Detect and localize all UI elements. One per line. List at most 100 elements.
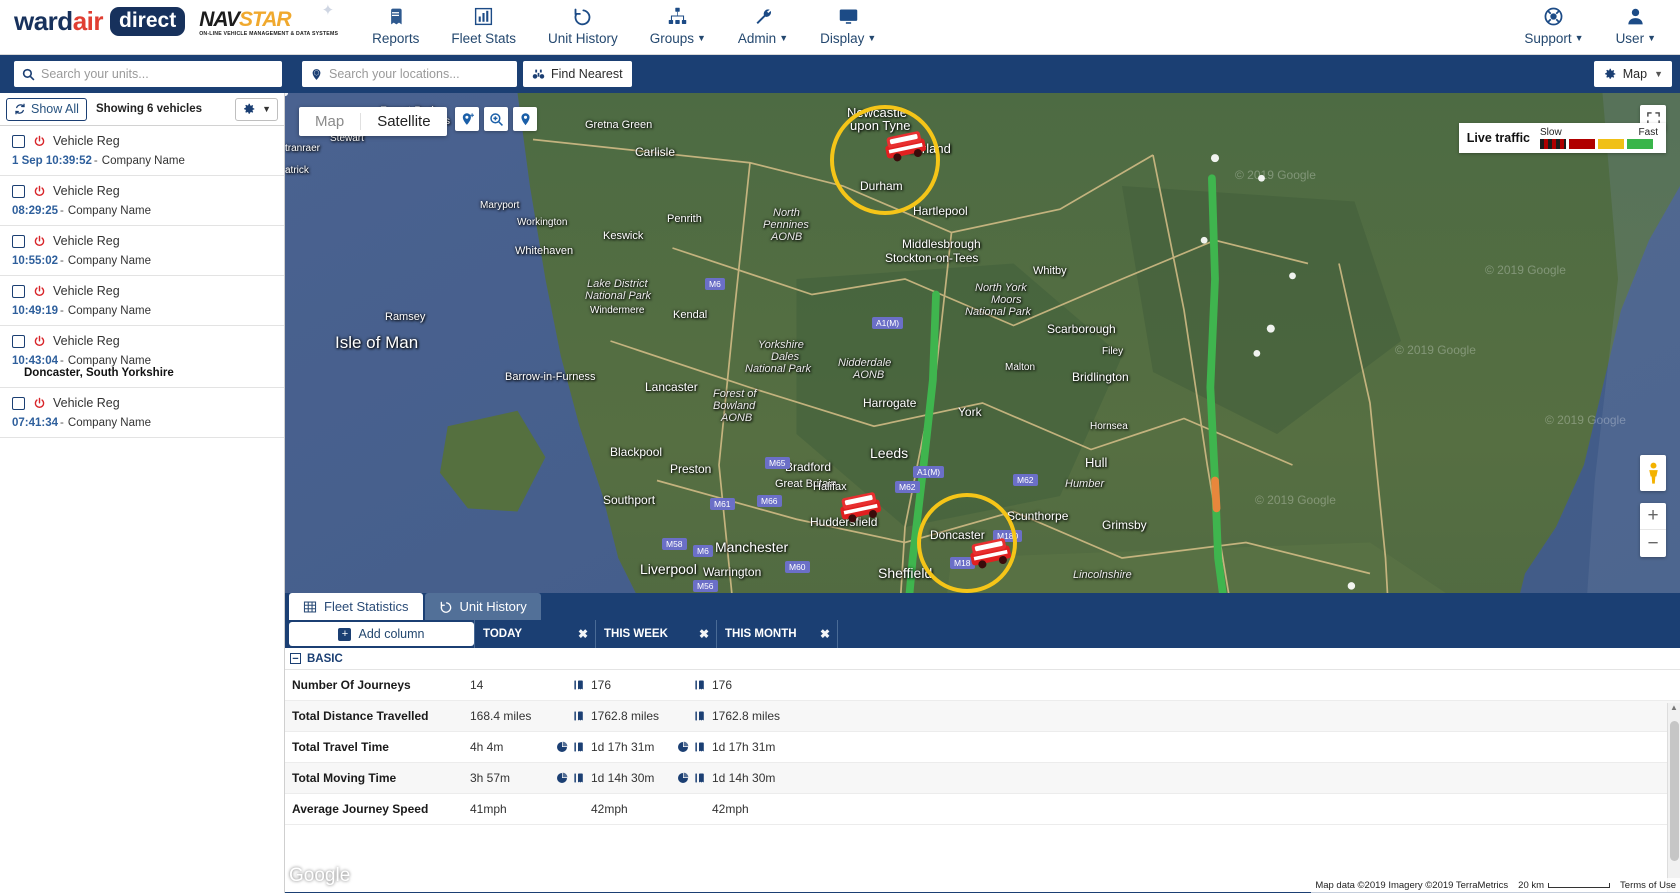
chevron-down-icon: ▼ (1574, 33, 1584, 43)
vehicle-list-item[interactable]: Vehicle Reg 1 Sep 10:39:52- Company Name (0, 126, 284, 176)
traffic-color-bars (1540, 139, 1658, 149)
vehicle-checkbox[interactable] (12, 334, 25, 348)
wardair-direct-logo[interactable]: ward air direct (14, 6, 186, 37)
vehicle-list-item[interactable]: Vehicle Reg 10:55:02- Company Name (0, 226, 284, 276)
gear-icon (1603, 67, 1617, 81)
zoom-search-icon[interactable] (484, 107, 508, 131)
vehicle-timestamp: 07:41:34 (12, 417, 59, 429)
vehicle-list-item[interactable]: Vehicle Reg 08:29:25- Company Name (0, 176, 284, 226)
vehicle-company: Company Name (67, 205, 151, 217)
vehicle-list-item[interactable]: Vehicle Reg 10:49:19- Company Name (0, 276, 284, 326)
power-icon (33, 135, 46, 148)
nav-item-reports[interactable]: Reports (356, 0, 435, 46)
vehicle-row-details: 08:29:25- Company Name (12, 205, 284, 217)
traffic-bar-1 (1569, 139, 1595, 149)
main-content: Show All Showing 6 vehicles ▼ Vehicle Re… (0, 93, 1680, 893)
map-settings-button[interactable]: Map ▼ (1593, 61, 1672, 87)
vehicle-checkbox[interactable] (12, 234, 25, 248)
vehicle-company: Company Name (67, 255, 151, 267)
logo-ward-text: ward (14, 6, 73, 36)
bar-chart-icon (473, 4, 494, 28)
nav-item-admin[interactable]: Admin ▼ (722, 0, 804, 46)
live-traffic-title: Live traffic (1466, 131, 1530, 145)
top-navigation-bar: ward air direct NAVSTAR ON-LINE VEHICLE M… (0, 0, 1680, 55)
vehicle-checkbox[interactable] (12, 184, 25, 198)
nav-item-groups[interactable]: Groups ▼ (634, 0, 722, 46)
traffic-bar-2 (1598, 139, 1624, 149)
map-type-map-button[interactable]: Map (299, 107, 360, 136)
navstar-logo[interactable]: NAVSTAR ON-LINE VEHICLE MANAGEMENT & DAT… (199, 2, 339, 37)
separator-dash: - (60, 417, 64, 429)
vehicle-checkbox[interactable] (12, 284, 25, 298)
zoom-controls[interactable]: + − (1640, 503, 1666, 557)
nav-item-unit-history[interactable]: Unit History (532, 0, 634, 46)
vehicle-checkbox[interactable] (12, 134, 25, 148)
lifebuoy-icon (1543, 4, 1564, 28)
map-type-satellite-button[interactable]: Satellite (361, 107, 446, 136)
traffic-scale: Slow Fast (1540, 127, 1658, 149)
chevron-down-icon: ▼ (262, 104, 271, 114)
show-all-button[interactable]: Show All (6, 97, 87, 121)
power-icon (33, 235, 46, 248)
google-wordmark: Google (289, 865, 351, 886)
search-locations-input[interactable]: Search your locations... (302, 61, 517, 87)
find-nearest-label: Find Nearest (551, 67, 623, 81)
history-icon (572, 4, 593, 28)
sidebar-settings-button[interactable]: ▼ (235, 97, 278, 121)
vehicle-row-details: 1 Sep 10:39:52- Company Name (12, 155, 284, 167)
chevron-down-icon: ▼ (867, 33, 877, 43)
vehicle-row-details: 10:49:19- Company Name (12, 305, 284, 317)
vehicle-row-header: Vehicle Reg (12, 234, 284, 248)
power-icon (33, 335, 46, 348)
search-icon (22, 68, 35, 81)
nav-item-fleet-stats[interactable]: Fleet Stats (435, 0, 532, 46)
map-area[interactable]: Forest ParkDumfriesGretna GreenStewartCa… (285, 93, 1680, 893)
vehicle-registration: Vehicle Reg (53, 396, 120, 410)
traffic-slow-label: Slow (1540, 127, 1562, 138)
vehicle-registration: Vehicle Reg (53, 284, 120, 298)
map-settings-label: Map (1622, 67, 1648, 81)
separator-dash: - (60, 205, 64, 217)
gear-icon (242, 102, 256, 116)
vehicle-checkbox[interactable] (12, 396, 25, 410)
refresh-icon (14, 103, 26, 115)
vehicle-timestamp: 1 Sep 10:39:52 (12, 155, 92, 167)
vehicle-row-header: Vehicle Reg (12, 396, 284, 410)
nav-label-fleet-stats: Fleet Stats (451, 31, 516, 46)
nav-label-reports: Reports (372, 31, 420, 46)
terms-of-use-link[interactable]: Terms of Use (1616, 878, 1680, 893)
logo-group: ward air direct NAVSTAR ON-LINE VEHICLE M… (0, 0, 338, 37)
vehicle-registration: Vehicle Reg (53, 134, 120, 148)
street-view-pegman[interactable] (1640, 455, 1666, 491)
map-type-toggle[interactable]: Map Satellite (299, 107, 447, 136)
map-attribution-bar: Map data ©2019 Imagery ©2019 TerraMetric… (1311, 878, 1680, 893)
vehicle-list-item[interactable]: Vehicle Reg 10:43:04- Company Name Doncaste… (0, 326, 284, 388)
zoom-out-button[interactable]: − (1640, 530, 1666, 557)
vehicle-timestamp: 10:55:02 (12, 255, 59, 267)
nav-item-user[interactable]: User ▼ (1600, 0, 1672, 46)
vehicle-list-item[interactable]: Vehicle Reg 07:41:34- Company Name (0, 388, 284, 438)
nav-item-display[interactable]: Display ▼ (804, 0, 892, 46)
nav-item-support[interactable]: Support ▼ (1508, 0, 1599, 46)
vehicle-marker-newcastle[interactable] (882, 128, 928, 167)
navstar-tagline: ON-LINE VEHICLE MANAGEMENT & DATA SYSTEM… (199, 30, 339, 37)
vehicle-marker-doncaster[interactable] (967, 535, 1013, 574)
chevron-down-icon: ▼ (1647, 33, 1656, 43)
zoom-in-button[interactable]: + (1640, 503, 1666, 530)
showing-count-label: Showing 6 vehicles (95, 103, 203, 115)
sidebar-header: Show All Showing 6 vehicles ▼ (0, 93, 284, 126)
vehicle-row-header: Vehicle Reg (12, 184, 284, 198)
add-location-icon[interactable] (455, 107, 479, 131)
location-pin-icon[interactable] (513, 107, 537, 131)
nav-label-admin: Admin ▼ (737, 31, 789, 46)
logo-direct-badge: direct (110, 7, 186, 36)
sitemap-icon (667, 4, 688, 28)
search-units-input[interactable]: Search your units... (14, 61, 282, 87)
search-locations-placeholder: Search your locations... (329, 67, 460, 81)
vehicle-registration: Vehicle Reg (53, 184, 120, 198)
vehicle-marker-halifax[interactable] (837, 489, 883, 528)
vehicle-location: Doncaster, South Yorkshire (24, 367, 174, 379)
vehicle-company: Company Name (67, 417, 151, 429)
scale-line (1548, 883, 1611, 888)
find-nearest-button[interactable]: Find Nearest (523, 61, 632, 87)
